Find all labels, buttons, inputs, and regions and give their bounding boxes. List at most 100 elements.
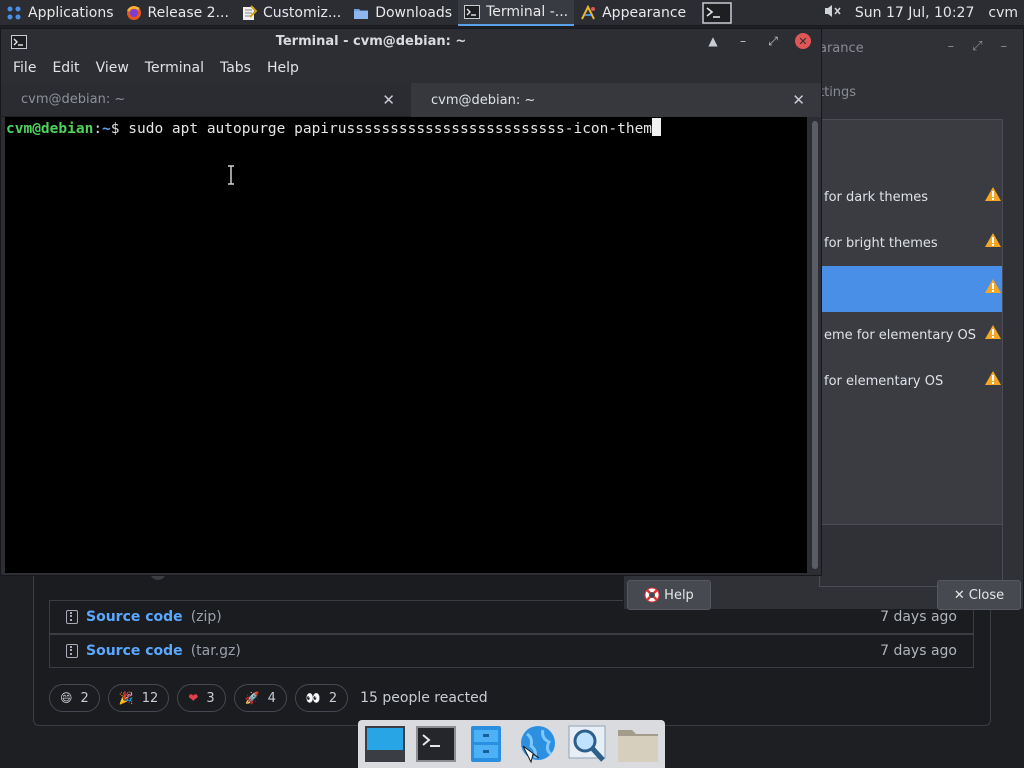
file-zip-icon: [66, 610, 78, 624]
tab-label: cvm@debian: ~: [431, 92, 536, 108]
theme-list: for dark themes for bright themes eme fo…: [819, 119, 1003, 587]
minimize-icon[interactable]: –: [948, 39, 955, 54]
taskbar-item-terminal-2[interactable]: [692, 0, 742, 26]
reaction-count: 4: [267, 690, 276, 706]
reactions-summary: 15 people reacted: [360, 690, 488, 706]
menu-edit[interactable]: Edit: [44, 60, 87, 76]
minimize-icon[interactable]: –: [735, 33, 751, 49]
close-icon[interactable]: ✕: [795, 33, 811, 49]
asset-ext: (zip): [190, 609, 222, 625]
menu-file[interactable]: File: [5, 60, 44, 76]
prompt-separator: :: [93, 121, 103, 137]
menu-help[interactable]: Help: [259, 60, 307, 76]
warning-icon: [985, 279, 1001, 293]
taskbar-item-terminal[interactable]: Terminal -...: [458, 0, 575, 26]
reaction-count: 2: [80, 690, 89, 706]
theme-list-footer: [820, 524, 1002, 586]
taskbar-item-firefox[interactable]: Release 2...: [120, 0, 235, 26]
applications-menu-button[interactable]: Applications: [0, 0, 120, 26]
reaction-count: 3: [206, 690, 215, 706]
reaction-eyes[interactable]: 👀 2: [294, 684, 349, 712]
settings-editor-icon: [241, 4, 257, 21]
tab-2[interactable]: cvm@debian: ~ ✕: [411, 83, 821, 117]
theme-list-item[interactable]: for bright themes: [820, 220, 1002, 266]
asset-age: 7 days ago: [880, 643, 957, 659]
dock-show-desktop[interactable]: [362, 722, 408, 766]
taskbar-item-label: Customiz...: [262, 4, 342, 21]
theme-list-item[interactable]: eme for elementary OS: [820, 312, 1002, 358]
terminal-icon: [702, 1, 732, 24]
asset-link[interactable]: Source code: [86, 609, 183, 625]
menu-view[interactable]: View: [88, 60, 137, 76]
reactions-bar: 😄 2 🎉 12 ❤ 3 🚀 4 👀 2 15 people reacted: [49, 684, 488, 712]
dock-web-browser[interactable]: [514, 722, 560, 766]
asset-row-targz: Source code (tar.gz) 7 days ago: [49, 634, 974, 668]
app-finder-icon: [568, 725, 606, 762]
volume-muted-icon[interactable]: [823, 3, 841, 23]
taskbar-item-label: Release 2...: [147, 4, 229, 21]
theme-list-item[interactable]: for elementary OS: [820, 358, 1002, 404]
tab-close-icon[interactable]: ✕: [382, 91, 395, 109]
warning-icon: [985, 325, 1001, 339]
prompt-user: cvm@debian: [6, 121, 94, 137]
tab-1[interactable]: cvm@debian: ~ ✕: [1, 83, 411, 117]
taskbar-item-downloads[interactable]: Downloads: [347, 0, 458, 26]
window-controls: ▲ – ⤢ ✕: [705, 33, 811, 49]
reaction-rocket[interactable]: 🚀 4: [233, 684, 287, 712]
scrollbar[interactable]: [809, 117, 821, 573]
applications-label: Applications: [28, 4, 114, 21]
taskbar-item-appearance[interactable]: Appearance: [574, 0, 692, 26]
dock-terminal[interactable]: [413, 722, 459, 766]
tab-label: cvm@debian: ~: [21, 92, 126, 107]
asset-ext: (tar.gz): [190, 643, 241, 659]
dock-file-manager[interactable]: [463, 722, 509, 766]
maximize-icon[interactable]: ⤢: [972, 39, 982, 54]
asset-link[interactable]: Source code: [86, 643, 183, 659]
reaction-heart[interactable]: ❤ 3: [177, 684, 226, 712]
theme-name: for dark themes: [824, 189, 928, 205]
terminal-output[interactable]: cvm@debian:~$ sudo apt autopurge papirus…: [5, 117, 807, 573]
warning-icon: [985, 233, 1001, 247]
theme-list-item-selected[interactable]: [820, 266, 1002, 312]
theme-name: eme for elementary OS: [824, 327, 977, 343]
smile-emoji-icon: 😄: [60, 691, 73, 705]
debian-swirl-icon: [6, 5, 22, 21]
reaction-smile[interactable]: 😄 2: [49, 684, 100, 712]
party-emoji-icon: 🎉: [118, 691, 134, 705]
tab-settings[interactable]: ttings: [819, 85, 856, 100]
shade-icon[interactable]: ▲: [705, 33, 721, 49]
dock-folder[interactable]: [615, 722, 661, 766]
taskbar-item-customize[interactable]: Customiz...: [235, 0, 347, 26]
web-browser-icon: [520, 726, 555, 764]
warning-icon: [985, 371, 1001, 385]
firefox-icon: [126, 5, 142, 21]
dock-app-finder[interactable]: [564, 722, 610, 766]
clock[interactable]: Sun 17 Jul, 10:27: [855, 5, 975, 21]
user-menu[interactable]: cvm: [988, 5, 1018, 21]
tab-close-icon[interactable]: ✕: [792, 91, 805, 109]
eyes-emoji-icon: 👀: [305, 691, 321, 705]
close-button[interactable]: ✕ Close: [937, 580, 1021, 610]
prompt-line: cvm@debian:~$ sudo apt autopurge papirus…: [6, 118, 662, 139]
heart-emoji-icon: ❤: [188, 691, 199, 705]
ibeam-cursor-icon: [228, 165, 234, 185]
warning-icon: [985, 187, 1001, 201]
maximize-icon[interactable]: ⤢: [765, 33, 781, 49]
prompt-symbol: $: [110, 121, 129, 137]
reaction-count: 2: [328, 690, 338, 706]
help-button[interactable]: Help: [627, 580, 711, 610]
menu-tabs[interactable]: Tabs: [212, 60, 259, 76]
terminal-icon: [415, 726, 456, 762]
prompt-path: ~: [102, 121, 111, 137]
help-label: Help: [664, 587, 694, 603]
tab-bar: cvm@debian: ~ ✕ cvm@debian: ~ ✕: [1, 83, 821, 117]
dock: [358, 720, 665, 768]
terminal-icon: [464, 4, 481, 20]
scrollbar-thumb[interactable]: [812, 121, 818, 569]
rocket-emoji-icon: 🚀: [244, 691, 260, 705]
title-bar[interactable]: Terminal - cvm@debian: ~ ▲ – ⤢ ✕: [1, 29, 821, 55]
close-icon[interactable]: –: [1001, 39, 1008, 54]
theme-list-item[interactable]: for dark themes: [820, 174, 1002, 220]
reaction-hooray[interactable]: 🎉 12: [107, 684, 170, 712]
menu-terminal[interactable]: Terminal: [137, 60, 212, 76]
